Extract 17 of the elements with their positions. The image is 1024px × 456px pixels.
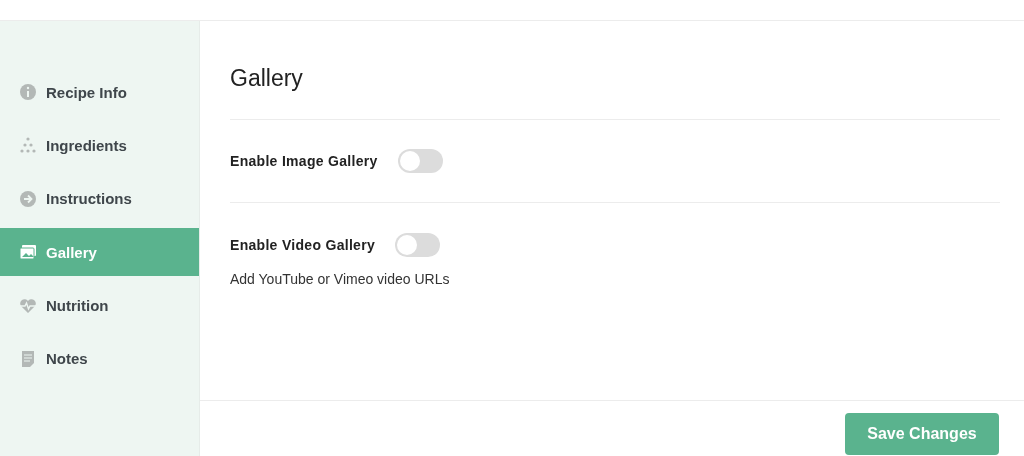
heart-pulse-icon: [19, 296, 37, 315]
dots-icon: [19, 136, 37, 155]
toggle-switch[interactable]: [397, 149, 443, 173]
sidebar-item[interactable]: Nutrition: [0, 281, 199, 330]
sidebar-item[interactable]: Notes: [0, 334, 199, 383]
setting-label: Enable Image Gallery: [230, 153, 378, 169]
note-icon: [19, 349, 37, 368]
toggle-switch[interactable]: [395, 233, 441, 257]
sidebar-item[interactable]: Instructions: [0, 174, 199, 223]
sidebar-item[interactable]: Ingredients: [0, 121, 199, 170]
sidebar-item[interactable]: Recipe Info: [0, 68, 199, 116]
setting-label: Enable Video Gallery: [230, 237, 376, 253]
arrow-circle-icon: [19, 189, 37, 208]
image-icon: [19, 243, 37, 262]
info-icon: [19, 83, 37, 101]
page-title: Gallery: [230, 21, 1000, 120]
help-text: Add YouTube or Vimeo video URLs: [230, 271, 450, 287]
